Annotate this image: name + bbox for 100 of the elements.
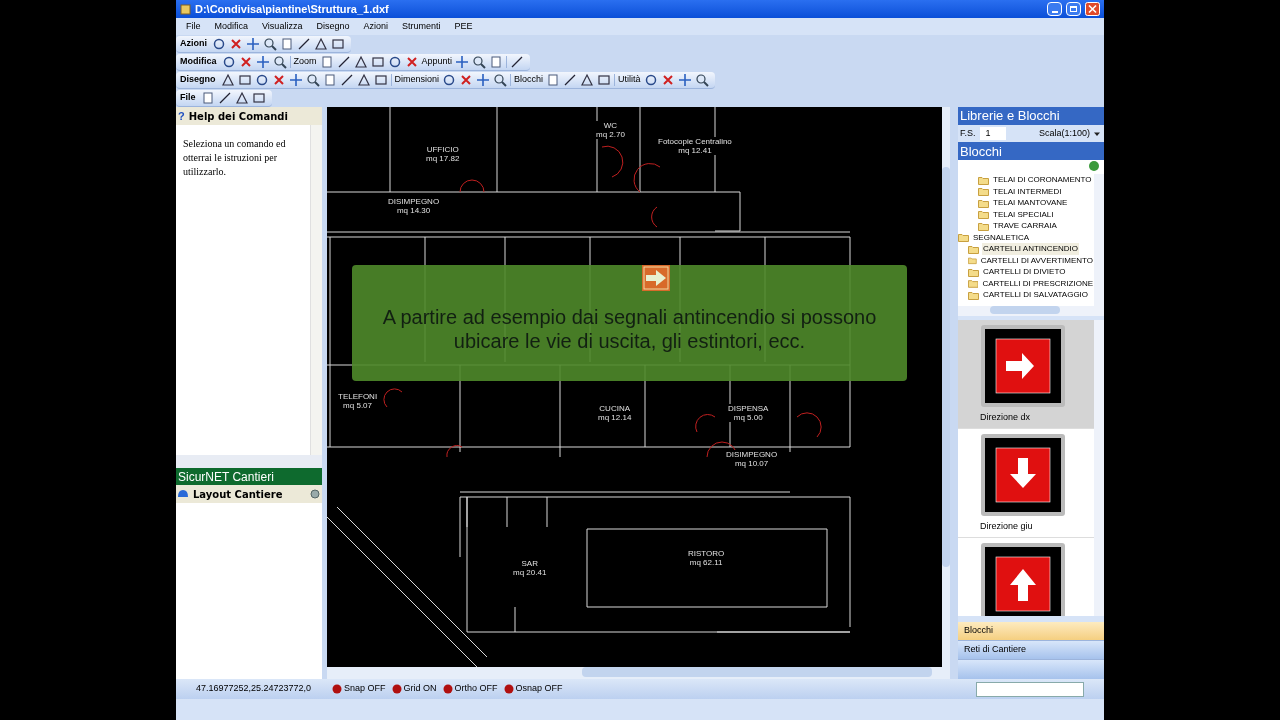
scrollbar[interactable] bbox=[310, 125, 322, 455]
room-area: mq 10.07 bbox=[734, 459, 769, 468]
move-icon[interactable] bbox=[288, 72, 303, 87]
scrollbar[interactable] bbox=[1094, 174, 1104, 306]
tree-item[interactable]: CARTELLI DI DIVIETO bbox=[982, 266, 1067, 279]
toggle-button[interactable]: Snap OFF bbox=[344, 682, 386, 696]
magnifier-icon[interactable] bbox=[305, 72, 320, 87]
tree-item[interactable]: TRAVE CARRAIA bbox=[992, 220, 1058, 233]
tree-item[interactable]: CARTELLI DI PRESCRIZIONE bbox=[981, 277, 1094, 290]
room-area: mq 5.00 bbox=[733, 413, 763, 422]
room-area: mq 12.41 bbox=[678, 146, 712, 155]
tree-item[interactable]: TELAI INTERMEDI bbox=[992, 185, 1063, 198]
refresh-icon[interactable] bbox=[1088, 160, 1100, 173]
line-icon[interactable] bbox=[510, 54, 525, 69]
triangle-icon[interactable] bbox=[314, 36, 328, 51]
scale-factor-field[interactable]: 1 bbox=[979, 127, 1006, 141]
folder-icon bbox=[978, 187, 989, 197]
cross-icon[interactable] bbox=[271, 72, 286, 87]
move-icon[interactable] bbox=[677, 72, 692, 87]
room-label: TELEFONI bbox=[338, 392, 378, 401]
status-dot-icon bbox=[332, 684, 342, 694]
coordinates-text: 47.16977252,25.24723772,0 bbox=[196, 682, 313, 696]
room-area: mq 2.70 bbox=[596, 130, 625, 139]
room-area: mq 20.41 bbox=[513, 568, 547, 577]
scrollbar[interactable] bbox=[942, 107, 950, 667]
triangle-icon[interactable] bbox=[220, 72, 235, 87]
square-icon[interactable] bbox=[237, 72, 252, 87]
toolbar-label: Disegno bbox=[180, 72, 216, 86]
menu-item[interactable]: File bbox=[186, 19, 201, 34]
cross-icon[interactable] bbox=[404, 54, 419, 69]
scrollbar[interactable] bbox=[1094, 319, 1104, 616]
room-label: WC bbox=[603, 121, 618, 130]
nav-button[interactable]: Blocchi bbox=[958, 621, 1104, 641]
toggle-button[interactable]: Ortho OFF bbox=[454, 682, 498, 696]
square-icon[interactable] bbox=[373, 72, 388, 87]
scrollbar[interactable] bbox=[327, 667, 950, 679]
magnifier-icon[interactable] bbox=[272, 54, 287, 69]
folder-icon bbox=[978, 221, 989, 231]
scale-dropdown[interactable]: Scala(1:100) bbox=[1038, 127, 1090, 141]
triangle-icon[interactable] bbox=[234, 90, 249, 105]
toolbar-label: Dimensioni bbox=[394, 72, 440, 86]
scrollbar[interactable] bbox=[958, 305, 1104, 316]
menu-item[interactable]: PEE bbox=[454, 19, 473, 34]
folder-icon bbox=[978, 198, 989, 208]
move-icon[interactable] bbox=[246, 36, 260, 51]
room-label: SAR bbox=[521, 559, 538, 568]
line-icon[interactable] bbox=[339, 72, 354, 87]
magnifier-icon[interactable] bbox=[493, 72, 508, 87]
room-label: DISPENSA bbox=[728, 404, 769, 413]
triangle-icon[interactable] bbox=[580, 72, 595, 87]
cross-icon[interactable] bbox=[459, 72, 474, 87]
tree-item[interactable]: TELAI MANTOVANE bbox=[992, 197, 1069, 210]
move-icon[interactable] bbox=[476, 72, 491, 87]
tree-item[interactable]: CARTELLI DI AVVERTIMENTO bbox=[979, 254, 1094, 267]
caret-icon[interactable] bbox=[1094, 130, 1100, 137]
toggle-button[interactable]: Osnap OFF bbox=[515, 682, 563, 696]
menu-item[interactable]: Azioni bbox=[363, 19, 388, 34]
caption-text: A partire ad esempio dai segnali antincendio si possono ubicare le vie di uscita, gli estintori, ecc. bbox=[381, 305, 878, 353]
tree-item[interactable]: CARTELLI DI SALVATAGGIO bbox=[982, 289, 1090, 302]
line-icon[interactable] bbox=[336, 54, 351, 69]
splitter-handle[interactable] bbox=[176, 455, 322, 468]
tree-item[interactable]: SEGNALETICA bbox=[972, 231, 1030, 244]
cross-icon[interactable] bbox=[229, 36, 243, 51]
block-tile[interactable]: Direzione dx bbox=[958, 319, 1094, 429]
square-icon[interactable] bbox=[331, 36, 345, 51]
tree-item[interactable]: TELAI SPECIALI bbox=[992, 208, 1055, 221]
room-label: DISIMPEGNO bbox=[388, 197, 440, 206]
tree-item[interactable]: TELAI DI CORONAMENTO bbox=[992, 174, 1093, 187]
panel-title: Blocchi bbox=[958, 142, 1104, 161]
line-icon[interactable] bbox=[297, 36, 311, 51]
square-icon[interactable] bbox=[370, 54, 385, 69]
room-area: mq 5.07 bbox=[343, 401, 372, 410]
tree-item[interactable]: CARTELLI ANTINCENDIO bbox=[982, 243, 1079, 256]
menu-item[interactable]: Strumenti bbox=[401, 19, 441, 34]
magnifier-icon[interactable] bbox=[263, 36, 277, 51]
menu-item[interactable]: Visualizza bbox=[262, 19, 303, 34]
toggle-button[interactable]: Grid ON bbox=[403, 682, 437, 696]
command-field[interactable] bbox=[976, 681, 1084, 697]
folder-icon bbox=[968, 279, 979, 289]
line-icon[interactable] bbox=[217, 90, 232, 105]
menu-item[interactable]: Modifica bbox=[214, 19, 249, 34]
minimize-button[interactable] bbox=[1047, 2, 1062, 16]
menu-item[interactable]: Disegno bbox=[316, 19, 350, 34]
square-icon[interactable] bbox=[251, 90, 266, 105]
triangle-icon[interactable] bbox=[356, 72, 371, 87]
magnifier-icon[interactable] bbox=[472, 54, 487, 69]
room-label: UFFICIO bbox=[426, 145, 459, 154]
window-title: D:\Condivisa\piantine\Struttura_1.dxf bbox=[195, 1, 390, 17]
move-icon[interactable] bbox=[455, 54, 470, 69]
close-button[interactable] bbox=[1085, 2, 1100, 16]
maximize-button[interactable] bbox=[1066, 2, 1081, 16]
folder-icon bbox=[968, 256, 977, 266]
triangle-icon[interactable] bbox=[353, 54, 368, 69]
move-icon[interactable] bbox=[255, 54, 270, 69]
square-icon[interactable] bbox=[597, 72, 612, 87]
magnifier-icon[interactable] bbox=[694, 72, 709, 87]
line-icon[interactable] bbox=[563, 72, 578, 87]
cross-icon[interactable] bbox=[660, 72, 675, 87]
cross-icon[interactable] bbox=[238, 54, 253, 69]
toolbar-label: Utilità bbox=[618, 72, 641, 86]
